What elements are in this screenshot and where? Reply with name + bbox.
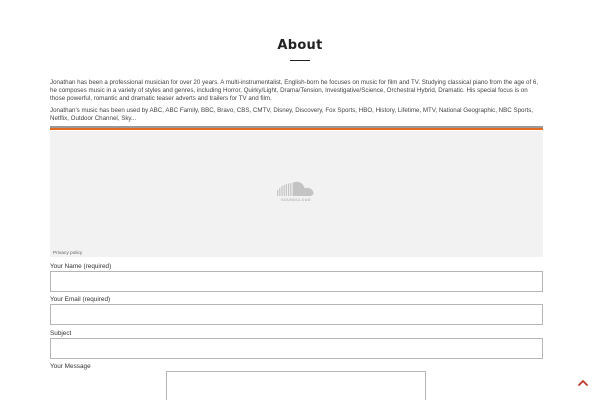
subject-input[interactable]	[50, 338, 543, 359]
clients-paragraph: Jonathan's music has been used by ABC, A…	[50, 107, 534, 122]
subject-label: Subject	[50, 330, 72, 337]
name-input[interactable]	[50, 271, 543, 292]
bio-paragraph: Jonathan has been a professional musicia…	[50, 79, 539, 102]
message-label: Your Message	[50, 363, 91, 370]
name-label: Your Name (required)	[50, 263, 112, 270]
page-title: About	[277, 38, 323, 53]
email-label: Your Email (required)	[50, 296, 111, 303]
email-input[interactable]	[50, 304, 543, 325]
privacy-policy-link[interactable]: Privacy policy	[53, 251, 82, 256]
title-divider	[290, 60, 310, 61]
embed-top-stripe-orange	[50, 128, 543, 130]
message-textarea[interactable]	[166, 371, 426, 400]
soundcloud-icon	[277, 181, 314, 196]
soundcloud-logo-text: SOUNDCLOUD	[281, 198, 311, 202]
chevron-up-icon[interactable]	[577, 378, 589, 388]
